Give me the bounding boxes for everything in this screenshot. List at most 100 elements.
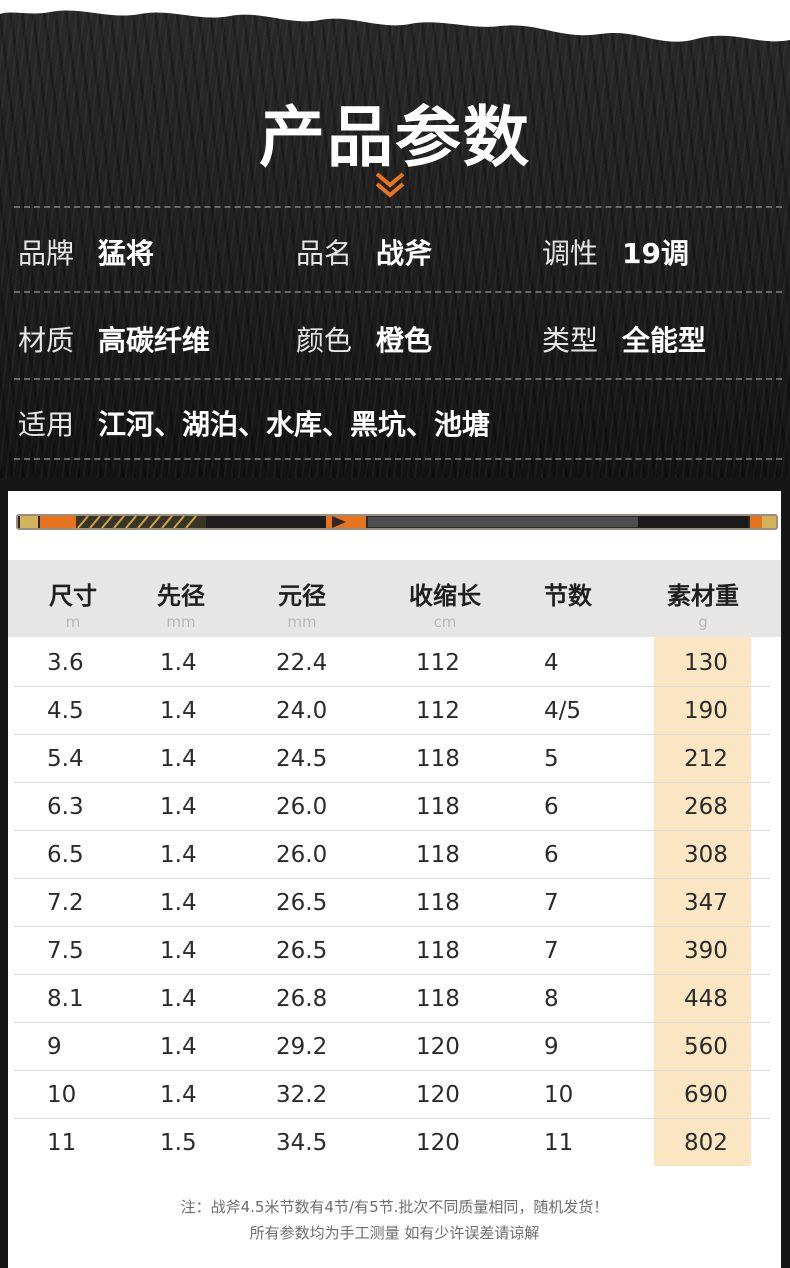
header-section: 产品参数 品牌 猛将 品名 战斧 调性 19调 材质 高碳纤维 颜色 橙色 类型…: [0, 0, 790, 478]
column-header-label: 先径: [157, 582, 205, 610]
table-cell: 120: [416, 1034, 460, 1060]
table-row: 6.3 1.4 26.0 118 6 268: [14, 783, 770, 831]
table-cell: 690: [684, 1082, 728, 1108]
table-cell: 4.5: [47, 698, 84, 724]
table-cell: 10: [47, 1082, 77, 1108]
table-cell: 5: [544, 746, 559, 772]
table-cell: 32.2: [276, 1082, 328, 1108]
divider: [14, 378, 782, 380]
column-header-unit: mm: [166, 613, 196, 631]
page-title: 产品参数: [259, 99, 531, 176]
divider: [14, 458, 782, 460]
table-cell: 1.4: [160, 842, 197, 868]
table-cell: 22.4: [276, 650, 328, 676]
table-cell: 6.3: [47, 794, 84, 820]
table-cell: 118: [416, 746, 460, 772]
table-cell: 6: [544, 794, 559, 820]
table-cell: 1.4: [160, 938, 197, 964]
table-cell: 448: [684, 986, 728, 1012]
table-cell: 120: [416, 1082, 460, 1108]
brush-stroke-top: [0, 0, 790, 42]
column-header: 素材重 g: [643, 560, 763, 637]
table-row: 6.5 1.4 26.0 118 6 308: [14, 831, 770, 879]
table-cell: 24.0: [276, 698, 328, 724]
color-value: 橙色: [376, 324, 433, 357]
table-cell: 1.4: [160, 986, 197, 1012]
table-row: 9 1.4 29.2 120 9 560: [14, 1023, 770, 1071]
column-header-unit: mm: [287, 613, 317, 631]
table-row: 3.6 1.4 22.4 112 4 130: [14, 639, 770, 687]
table-cell: 5.4: [47, 746, 84, 772]
column-header-unit: m: [65, 613, 81, 631]
footnote-1: 注：战斧4.5米节数有4节/有5节.批次不同质量相同，随机发货！: [180, 1198, 609, 1216]
table-cell: 8: [544, 986, 559, 1012]
table-cell: 1.4: [160, 1082, 197, 1108]
table-cell: 11: [544, 1130, 574, 1156]
table-cell: 29.2: [276, 1034, 328, 1060]
table-cell: 1.4: [160, 650, 197, 676]
table-cell: 7.5: [47, 938, 84, 964]
table-cell: 1.4: [160, 746, 197, 772]
table-row: 10 1.4 32.2 120 10 690: [14, 1071, 770, 1119]
table-cell: 6.5: [47, 842, 84, 868]
column-header: 元径 mm: [242, 560, 362, 637]
color-label: 颜色: [296, 324, 353, 357]
type-label: 类型: [542, 324, 599, 357]
table-cell: 26.8: [276, 986, 328, 1012]
action-label: 调性: [542, 237, 599, 270]
column-header: 尺寸 m: [13, 560, 133, 637]
table-cell: 26.5: [276, 890, 328, 916]
column-header-label: 尺寸: [49, 582, 97, 610]
table-cell: 6: [544, 842, 559, 868]
table-cell: 8.1: [47, 986, 84, 1012]
table-row: 8.1 1.4 26.8 118 8 448: [14, 975, 770, 1023]
table-cell: 390: [684, 938, 728, 964]
column-header: 收缩长 cm: [385, 560, 505, 637]
column-header-unit: g: [698, 613, 708, 631]
brand-label: 品牌: [18, 237, 75, 270]
table-cell: 1.4: [160, 890, 197, 916]
table-row: 11 1.5 34.5 120 11 802: [14, 1119, 770, 1167]
column-header-label: 素材重: [667, 582, 739, 610]
table-cell: 34.5: [276, 1130, 328, 1156]
fishing-rod-image: [16, 514, 778, 530]
table-cell: 1.5: [160, 1130, 197, 1156]
table-cell: 190: [684, 698, 728, 724]
column-header: 节数: [508, 560, 628, 637]
table-cell: 268: [684, 794, 728, 820]
material-label: 材质: [18, 324, 75, 357]
product-name-label: 品名: [296, 237, 353, 270]
table-cell: 118: [416, 986, 460, 1012]
material-value: 高碳纤维: [98, 324, 211, 357]
table-header: 尺寸 m 先径 mm 元径 mm 收缩长 cm 节数 素材重 g: [8, 560, 781, 637]
table-cell: 7: [544, 938, 559, 964]
table-cell: 118: [416, 938, 460, 964]
divider: [14, 291, 782, 293]
table-cell: 1.4: [160, 794, 197, 820]
table-cell: 212: [684, 746, 728, 772]
double-chevron-down-icon: [375, 172, 405, 198]
table-cell: 308: [684, 842, 728, 868]
column-header-label: 收缩长: [409, 582, 481, 610]
table-cell: 7: [544, 890, 559, 916]
table-cell: 112: [416, 698, 460, 724]
table-cell: 120: [416, 1130, 460, 1156]
table-cell: 4: [544, 650, 559, 676]
column-header: 先径 mm: [121, 560, 241, 637]
table-cell: 1.4: [160, 698, 197, 724]
table-cell: 9: [47, 1034, 62, 1060]
product-name-value: 战斧: [376, 237, 433, 270]
table-cell: 9: [544, 1034, 559, 1060]
table-cell: 118: [416, 842, 460, 868]
table-cell: 118: [416, 794, 460, 820]
table-cell: 560: [684, 1034, 728, 1060]
column-header-label: 元径: [278, 582, 326, 610]
table-cell: 802: [684, 1130, 728, 1156]
brand-value: 猛将: [98, 237, 155, 270]
table-cell: 26.0: [276, 842, 328, 868]
table-cell: 26.5: [276, 938, 328, 964]
table-row: 5.4 1.4 24.5 118 5 212: [14, 735, 770, 783]
table-cell: 4/5: [544, 698, 582, 724]
table-cell: 24.5: [276, 746, 328, 772]
table-cell: 118: [416, 890, 460, 916]
